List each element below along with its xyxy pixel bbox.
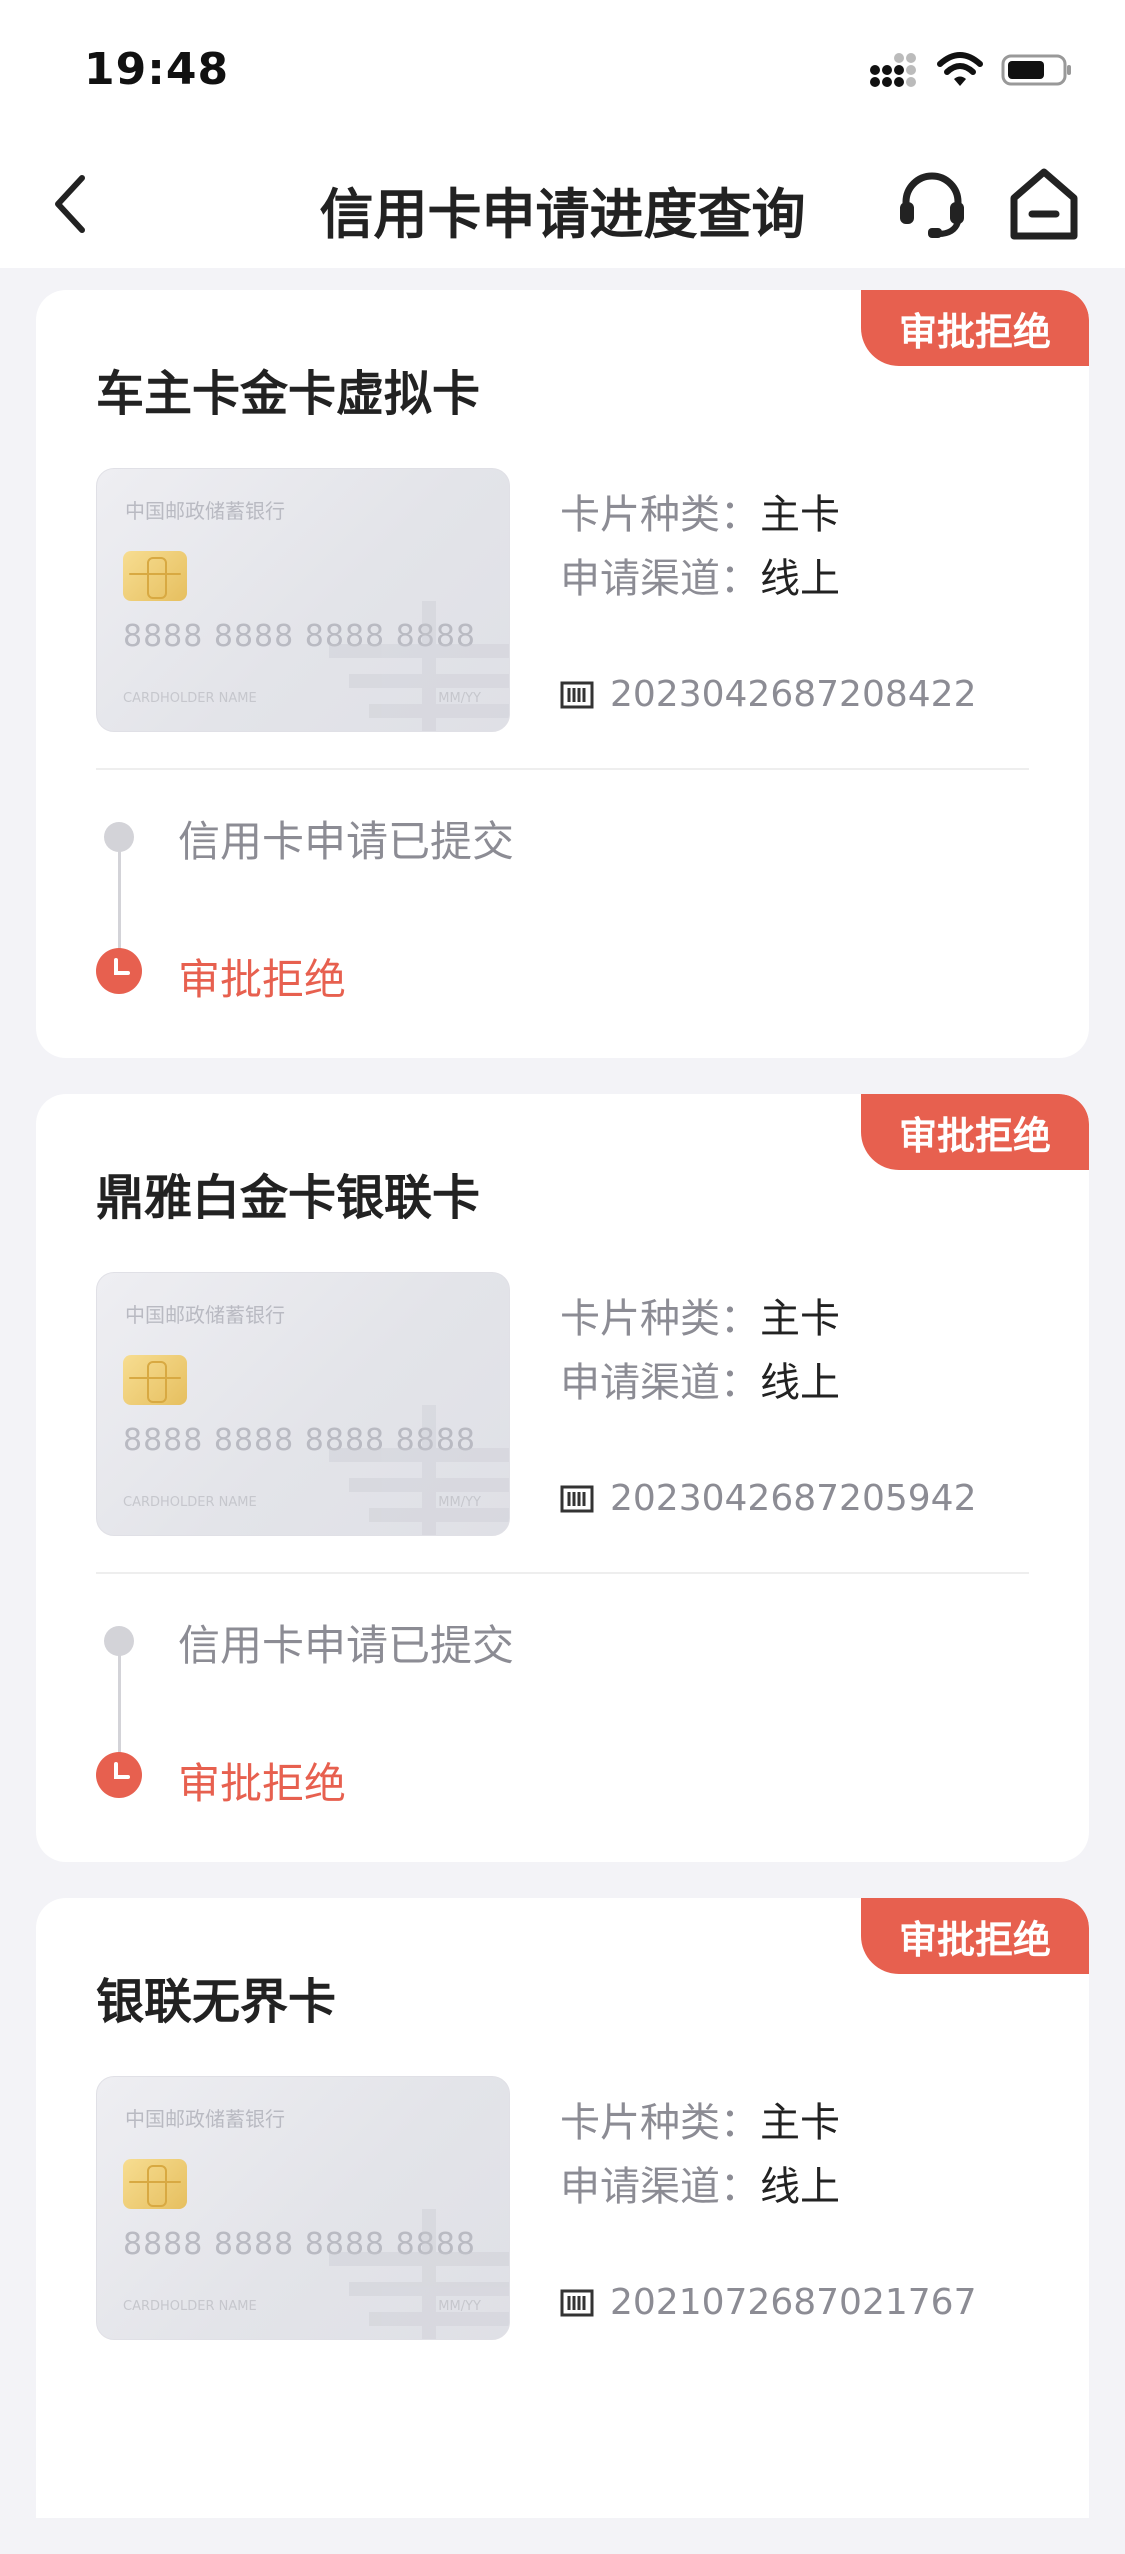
barcode-icon xyxy=(560,681,594,708)
credit-card-image: 中国邮政储蓄银行 8888 8888 8888 8888 CARDHOLDER … xyxy=(96,468,510,732)
application-number: 2023042687205942 xyxy=(560,1478,976,1519)
step-rejected: 审批拒绝 xyxy=(178,955,347,1004)
card-type-value: 主卡 xyxy=(760,1296,840,1342)
home-icon xyxy=(1010,168,1078,240)
card-name: 车主卡金卡虚拟卡 xyxy=(96,366,481,422)
application-number-value: 2023042687208422 xyxy=(610,674,977,715)
apply-channel: 申请渠道：线上 xyxy=(560,2154,840,2212)
card-name: 银联无界卡 xyxy=(96,1974,337,2030)
bank-name: 中国邮政储蓄银行 xyxy=(125,1303,285,1327)
channel-value: 线上 xyxy=(760,1360,840,1406)
step-submitted: 信用卡申请已提交 xyxy=(178,817,515,866)
customer-service-button[interactable] xyxy=(892,164,972,244)
status-time: 19:48 xyxy=(84,44,230,95)
cardholder-name: CARDHOLDER NAME xyxy=(123,2299,257,2314)
status-badge: 审批拒绝 xyxy=(861,290,1089,366)
credit-card-image: 中国邮政储蓄银行 8888 8888 8888 8888 CARDHOLDER … xyxy=(96,2076,510,2340)
channel-label: 申请渠道： xyxy=(560,556,760,602)
card-type-label: 卡片种类： xyxy=(560,2100,760,2146)
home-button[interactable] xyxy=(1004,162,1084,246)
card-type-label: 卡片种类： xyxy=(560,1296,760,1342)
barcode-icon xyxy=(560,2289,594,2316)
application-list: 审批拒绝 车主卡金卡虚拟卡 中国邮政储蓄银行 8888 8888 8888 88… xyxy=(36,290,1089,2554)
clock-icon xyxy=(96,948,142,994)
application-card[interactable]: 审批拒绝 银联无界卡 中国邮政储蓄银行 8888 8888 8888 8888 … xyxy=(36,1898,1089,2518)
card-type-value: 主卡 xyxy=(760,2100,840,2146)
step-submitted: 信用卡申请已提交 xyxy=(178,1621,515,1670)
channel-value: 线上 xyxy=(760,556,840,602)
clock-icon xyxy=(96,1752,142,1798)
status-icons xyxy=(869,48,1073,92)
application-card[interactable]: 审批拒绝 车主卡金卡虚拟卡 中国邮政储蓄银行 8888 8888 8888 88… xyxy=(36,290,1089,1058)
application-number-value: 2023042687205942 xyxy=(610,1478,977,1519)
bank-emblem-icon xyxy=(329,2209,509,2339)
timeline-line xyxy=(118,1642,121,1762)
status-badge: 审批拒绝 xyxy=(861,1898,1089,1974)
card-type: 卡片种类：主卡 xyxy=(560,1286,840,1344)
channel-label: 申请渠道： xyxy=(560,2164,760,2210)
application-number: 2023042687208422 xyxy=(560,674,976,715)
application-number: 2021072687021767 xyxy=(560,2282,976,2323)
timeline-dot xyxy=(104,1626,134,1656)
divider xyxy=(96,768,1029,770)
bank-name: 中国邮政储蓄银行 xyxy=(125,2107,285,2131)
card-type: 卡片种类：主卡 xyxy=(560,2090,840,2148)
chip-icon xyxy=(123,2159,187,2209)
wifi-icon xyxy=(937,52,983,86)
timeline-line xyxy=(118,838,121,958)
apply-channel: 申请渠道：线上 xyxy=(560,546,840,604)
status-badge: 审批拒绝 xyxy=(861,1094,1089,1170)
apply-channel: 申请渠道：线上 xyxy=(560,1350,840,1408)
channel-value: 线上 xyxy=(760,2164,840,2210)
step-rejected: 审批拒绝 xyxy=(178,1759,347,1808)
status-bar: 19:48 xyxy=(0,0,1125,140)
cardholder-name: CARDHOLDER NAME xyxy=(123,691,257,706)
card-name: 鼎雅白金卡银联卡 xyxy=(96,1170,481,1226)
timeline-dot xyxy=(104,822,134,852)
application-number-value: 2021072687021767 xyxy=(610,2282,977,2323)
signal-icon xyxy=(870,53,916,87)
credit-card-image: 中国邮政储蓄银行 8888 8888 8888 8888 CARDHOLDER … xyxy=(96,1272,510,1536)
barcode-icon xyxy=(560,1485,594,1512)
nav-bar: 信用卡申请进度查询 xyxy=(0,140,1125,268)
headset-icon xyxy=(900,172,964,238)
cardholder-name: CARDHOLDER NAME xyxy=(123,1495,257,1510)
bank-name: 中国邮政储蓄银行 xyxy=(125,499,285,523)
divider xyxy=(96,1572,1029,1574)
channel-label: 申请渠道： xyxy=(560,1360,760,1406)
card-type: 卡片种类：主卡 xyxy=(560,482,840,540)
battery-icon xyxy=(1001,54,1071,86)
card-type-value: 主卡 xyxy=(760,492,840,538)
chip-icon xyxy=(123,551,187,601)
chip-icon xyxy=(123,1355,187,1405)
card-type-label: 卡片种类： xyxy=(560,492,760,538)
application-card[interactable]: 审批拒绝 鼎雅白金卡银联卡 中国邮政储蓄银行 8888 8888 8888 88… xyxy=(36,1094,1089,1862)
bank-emblem-icon xyxy=(329,1405,509,1535)
bank-emblem-icon xyxy=(329,601,509,731)
